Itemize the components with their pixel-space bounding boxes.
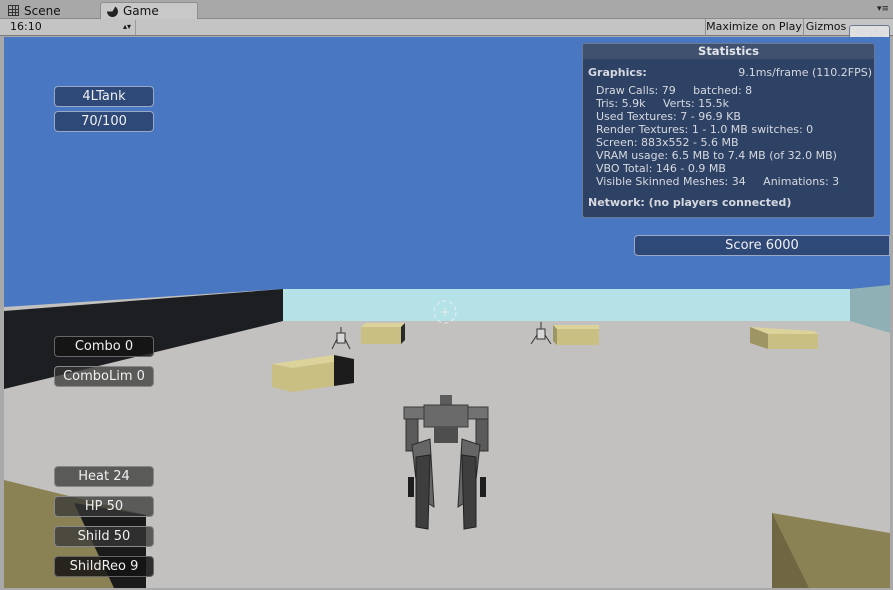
tab-scene[interactable]: Scene	[2, 2, 96, 19]
stat-line: Render Textures: 1 - 1.0 MB switches: 0	[596, 123, 814, 136]
score-label: Score 6000	[634, 235, 890, 256]
crate-2	[361, 323, 405, 344]
heat-label: Heat 24	[54, 466, 154, 487]
combo-limit-label: ComboLim 0	[54, 366, 154, 387]
game-icon	[104, 3, 121, 19]
health-ratio-label: 70/100	[54, 111, 154, 132]
stat-line: Screen: 883x552 - 5.6 MB	[596, 136, 739, 149]
game-viewport[interactable]: 4LTank 70/100 Score 6000 Combo 0 ComboLi…	[4, 37, 890, 588]
editor-tab-bar: Scene Game ▾≡	[0, 0, 893, 19]
horizon-band	[283, 289, 850, 325]
combo-label: Combo 0	[54, 336, 154, 357]
dropdown-arrows-icon: ▴▾	[122, 22, 131, 31]
statistics-title: Statistics	[583, 44, 874, 59]
maximize-on-play-button[interactable]: Maximize on Play	[705, 19, 802, 36]
stat-line: Draw Calls: 79 batched: 8	[596, 84, 753, 97]
graphics-label: Graphics:	[588, 66, 647, 79]
stat-line: Visible Skinned Meshes: 34 Animations: 3	[596, 175, 840, 188]
tab-menu-icon[interactable]: ▾≡	[877, 4, 889, 14]
stat-line: VBO Total: 146 - 0.9 MB	[596, 162, 726, 175]
stat-line: Used Textures: 7 - 96.9 KB	[596, 110, 741, 123]
stat-line: VRAM usage: 6.5 MB to 7.4 MB (of 32.0 MB…	[596, 149, 837, 162]
stat-line: Tris: 5.9k Verts: 15.5k	[596, 97, 730, 110]
network-status: Network: (no players connected)	[588, 196, 792, 209]
tab-game-label: Game	[123, 4, 159, 18]
fps-readout: 9.1ms/frame (110.2FPS)	[738, 66, 872, 79]
aspect-ratio-label: 16:10	[10, 20, 42, 33]
tab-game[interactable]: Game	[100, 2, 198, 19]
tab-scene-label: Scene	[24, 3, 61, 18]
crate-3	[553, 325, 599, 345]
unit-name-label: 4LTank	[54, 86, 154, 107]
gizmos-button[interactable]: Gizmos	[803, 19, 848, 36]
game-view-toolbar: 16:10 ▴▾ Maximize on Play Gizmos Stats	[0, 19, 893, 200]
shield-regen-label: ShildReo 9	[54, 556, 154, 577]
aspect-ratio-dropdown[interactable]: 16:10 ▴▾	[4, 20, 136, 35]
shield-label: Shild 50	[54, 526, 154, 547]
statistics-panel: Statistics Graphics: 9.1ms/frame (110.2F…	[582, 43, 875, 218]
scene-grid-icon	[8, 5, 19, 16]
hp-label: HP 50	[54, 496, 154, 517]
